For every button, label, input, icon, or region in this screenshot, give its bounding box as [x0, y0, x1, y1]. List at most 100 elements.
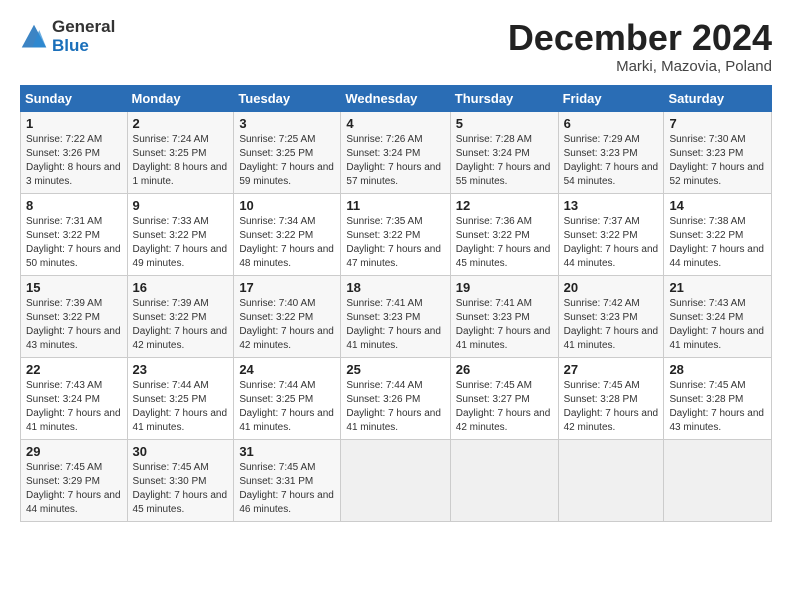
day-number: 16: [133, 280, 229, 295]
calendar-cell: 25Sunrise: 7:44 AMSunset: 3:26 PMDayligh…: [341, 357, 450, 439]
calendar-cell: 21 Sunrise: 7:43 AMSunset: 3:24 PMDayligh…: [664, 275, 772, 357]
calendar-cell: 29 Sunrise: 7:45 AMSunset: 3:29 PMDayligh…: [21, 439, 128, 521]
calendar-cell: 1Sunrise: 7:22 AMSunset: 3:26 PMDaylight…: [21, 111, 128, 193]
calendar-week-4: 22 Sunrise: 7:43 AMSunset: 3:24 PMDayligh…: [21, 357, 772, 439]
calendar-header: Sunday Monday Tuesday Wednesday Thursday…: [21, 85, 772, 111]
day-number: 23: [133, 362, 229, 377]
calendar-cell: 24 Sunrise: 7:44 AMSunset: 3:25 PMDayligh…: [234, 357, 341, 439]
calendar-cell: 26Sunrise: 7:45 AMSunset: 3:27 PMDayligh…: [450, 357, 558, 439]
day-number: 3: [239, 116, 335, 131]
day-number: 26: [456, 362, 553, 377]
day-info: Sunrise: 7:44 AMSunset: 3:25 PMDaylight:…: [133, 379, 229, 435]
calendar-cell: 27 Sunrise: 7:45 AMSunset: 3:28 PMDayligh…: [558, 357, 664, 439]
calendar-cell: 20 Sunrise: 7:42 AMSunset: 3:23 PMDayligh…: [558, 275, 664, 357]
day-number: 17: [239, 280, 335, 295]
header: General Blue December 2024 Marki, Mazovi…: [20, 18, 772, 75]
calendar-cell: 31 Sunrise: 7:45 AMSunset: 3:31 PMDayligh…: [234, 439, 341, 521]
day-number: 29: [26, 444, 122, 459]
calendar-cell: 16 Sunrise: 7:39 AMSunset: 3:22 PMDayligh…: [127, 275, 234, 357]
day-number: 20: [564, 280, 659, 295]
day-number: 6: [564, 116, 659, 131]
day-number: 21: [669, 280, 766, 295]
day-info: Sunrise: 7:45 AMSunset: 3:31 PMDaylight:…: [239, 461, 335, 517]
location-subtitle: Marki, Mazovia, Poland: [508, 58, 772, 75]
logo-text: General Blue: [52, 18, 115, 55]
day-info: Sunrise: 7:41 AMSunset: 3:23 PMDaylight:…: [346, 297, 444, 353]
day-info: Sunrise: 7:45 AMSunset: 3:28 PMDaylight:…: [669, 379, 766, 435]
calendar-body: 1Sunrise: 7:22 AMSunset: 3:26 PMDaylight…: [21, 111, 772, 521]
calendar-cell: 9Sunrise: 7:33 AMSunset: 3:22 PMDaylight…: [127, 193, 234, 275]
calendar-cell: 7Sunrise: 7:30 AMSunset: 3:23 PMDaylight…: [664, 111, 772, 193]
day-info: Sunrise: 7:26 AMSunset: 3:24 PMDaylight:…: [346, 133, 444, 189]
col-monday: Monday: [127, 85, 234, 111]
logo-icon: [20, 23, 48, 51]
day-number: 15: [26, 280, 122, 295]
day-number: 5: [456, 116, 553, 131]
day-number: 10: [239, 198, 335, 213]
day-number: 4: [346, 116, 444, 131]
day-number: 18: [346, 280, 444, 295]
day-number: 22: [26, 362, 122, 377]
calendar-cell: [558, 439, 664, 521]
day-number: 12: [456, 198, 553, 213]
calendar-week-5: 29 Sunrise: 7:45 AMSunset: 3:29 PMDayligh…: [21, 439, 772, 521]
day-info: Sunrise: 7:42 AMSunset: 3:23 PMDaylight:…: [564, 297, 659, 353]
day-number: 13: [564, 198, 659, 213]
day-info: Sunrise: 7:39 AMSunset: 3:22 PMDaylight:…: [133, 297, 229, 353]
calendar-cell: 14Sunrise: 7:38 AMSunset: 3:22 PMDayligh…: [664, 193, 772, 275]
day-info: Sunrise: 7:45 AMSunset: 3:28 PMDaylight:…: [564, 379, 659, 435]
calendar-cell: 8Sunrise: 7:31 AMSunset: 3:22 PMDaylight…: [21, 193, 128, 275]
day-number: 30: [133, 444, 229, 459]
day-info: Sunrise: 7:36 AMSunset: 3:22 PMDaylight:…: [456, 215, 553, 271]
logo-general-text: General: [52, 18, 115, 37]
day-info: Sunrise: 7:37 AMSunset: 3:22 PMDaylight:…: [564, 215, 659, 271]
day-number: 2: [133, 116, 229, 131]
day-info: Sunrise: 7:43 AMSunset: 3:24 PMDaylight:…: [669, 297, 766, 353]
calendar-cell: 15Sunrise: 7:39 AMSunset: 3:22 PMDayligh…: [21, 275, 128, 357]
calendar-cell: 11 Sunrise: 7:35 AMSunset: 3:22 PMDayligh…: [341, 193, 450, 275]
title-block: December 2024 Marki, Mazovia, Poland: [508, 18, 772, 75]
day-number: 31: [239, 444, 335, 459]
day-number: 27: [564, 362, 659, 377]
day-info: Sunrise: 7:30 AMSunset: 3:23 PMDaylight:…: [669, 133, 766, 189]
day-info: Sunrise: 7:24 AMSunset: 3:25 PMDaylight:…: [133, 133, 229, 189]
day-info: Sunrise: 7:43 AMSunset: 3:24 PMDaylight:…: [26, 379, 122, 435]
page: General Blue December 2024 Marki, Mazovi…: [0, 0, 792, 612]
calendar-cell: 30Sunrise: 7:45 AMSunset: 3:30 PMDayligh…: [127, 439, 234, 521]
calendar-cell: 18 Sunrise: 7:41 AMSunset: 3:23 PMDayligh…: [341, 275, 450, 357]
day-info: Sunrise: 7:28 AMSunset: 3:24 PMDaylight:…: [456, 133, 553, 189]
calendar-week-1: 1Sunrise: 7:22 AMSunset: 3:26 PMDaylight…: [21, 111, 772, 193]
day-info: Sunrise: 7:45 AMSunset: 3:29 PMDaylight:…: [26, 461, 122, 517]
col-wednesday: Wednesday: [341, 85, 450, 111]
logo: General Blue: [20, 18, 115, 55]
col-tuesday: Tuesday: [234, 85, 341, 111]
calendar-cell: 23 Sunrise: 7:44 AMSunset: 3:25 PMDayligh…: [127, 357, 234, 439]
day-info: Sunrise: 7:40 AMSunset: 3:22 PMDaylight:…: [239, 297, 335, 353]
day-info: Sunrise: 7:38 AMSunset: 3:22 PMDaylight:…: [669, 215, 766, 271]
calendar-cell: 6Sunrise: 7:29 AMSunset: 3:23 PMDaylight…: [558, 111, 664, 193]
day-info: Sunrise: 7:35 AMSunset: 3:22 PMDaylight:…: [346, 215, 444, 271]
day-number: 19: [456, 280, 553, 295]
calendar-cell: 12 Sunrise: 7:36 AMSunset: 3:22 PMDayligh…: [450, 193, 558, 275]
day-info: Sunrise: 7:44 AMSunset: 3:25 PMDaylight:…: [239, 379, 335, 435]
calendar-week-3: 15 Sunrise: 7:39 AMSunset: 3:22 PMDayligh…: [21, 275, 772, 357]
header-row: Sunday Monday Tuesday Wednesday Thursday…: [21, 85, 772, 111]
day-number: 24: [239, 362, 335, 377]
day-info: Sunrise: 7:25 AMSunset: 3:25 PMDaylight:…: [239, 133, 335, 189]
day-number: 9: [133, 198, 229, 213]
col-friday: Friday: [558, 85, 664, 111]
calendar-cell: 10 Sunrise: 7:34 AMSunset: 3:22 PMDayligh…: [234, 193, 341, 275]
day-number: 11: [346, 198, 444, 213]
day-number: 8: [26, 198, 122, 213]
calendar-cell: [341, 439, 450, 521]
calendar-table: Sunday Monday Tuesday Wednesday Thursday…: [20, 85, 772, 522]
logo-blue-text: Blue: [52, 37, 115, 56]
calendar-cell: 28Sunrise: 7:45 AMSunset: 3:28 PMDayligh…: [664, 357, 772, 439]
day-info: Sunrise: 7:22 AMSunset: 3:26 PMDaylight:…: [26, 133, 122, 189]
day-info: Sunrise: 7:34 AMSunset: 3:22 PMDaylight:…: [239, 215, 335, 271]
calendar-cell: 3 Sunrise: 7:25 AMSunset: 3:25 PMDaylight…: [234, 111, 341, 193]
month-title: December 2024: [508, 18, 772, 58]
calendar-cell: 5 Sunrise: 7:28 AMSunset: 3:24 PMDaylight…: [450, 111, 558, 193]
calendar-week-2: 8Sunrise: 7:31 AMSunset: 3:22 PMDaylight…: [21, 193, 772, 275]
col-saturday: Saturday: [664, 85, 772, 111]
